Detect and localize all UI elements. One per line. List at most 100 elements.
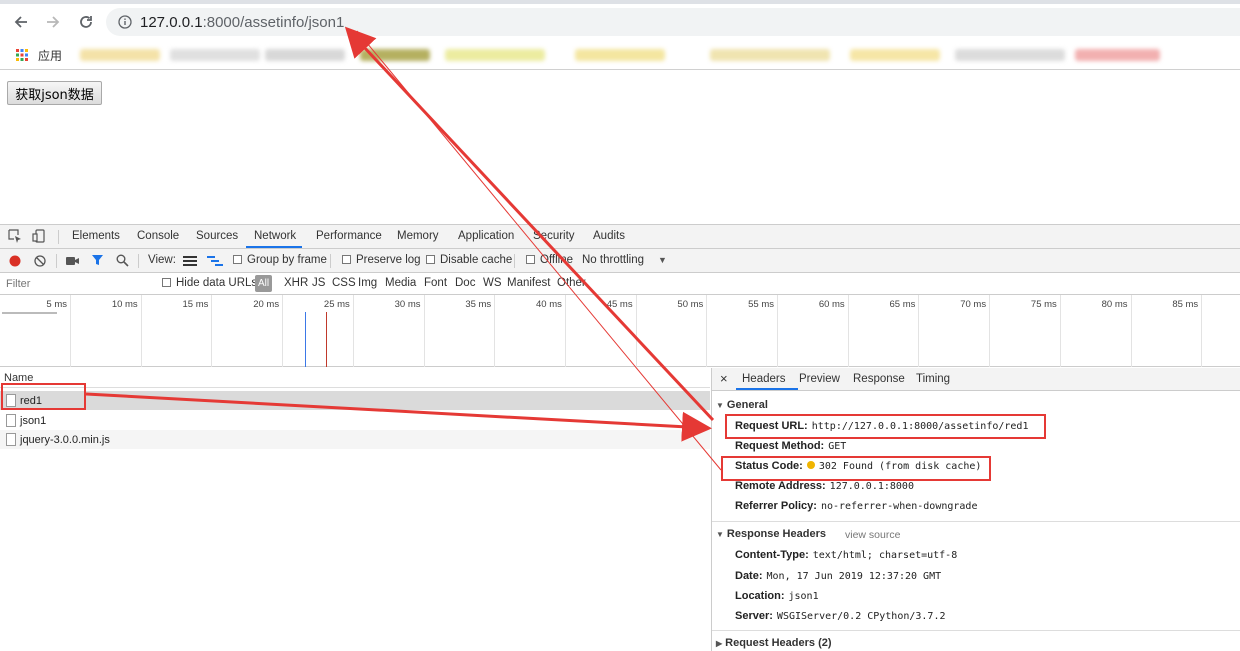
bookmark-item[interactable] <box>170 49 260 61</box>
bookmark-item[interactable] <box>1075 49 1160 61</box>
name-column-header[interactable]: Name <box>0 368 710 388</box>
referrer-policy-row: Referrer Policy: no-referrer-when-downgra… <box>735 500 977 512</box>
bookmark-item[interactable] <box>710 49 830 61</box>
request-bar <box>2 312 57 314</box>
reload-button[interactable] <box>75 12 97 32</box>
waterfall-view-icon[interactable] <box>207 255 223 267</box>
filter-funnel-icon[interactable] <box>91 254 104 267</box>
response-headers-toggle[interactable]: ▼ Response Headers <box>716 528 826 540</box>
tab-preview[interactable]: Preview <box>799 373 840 385</box>
tab-network[interactable]: Network <box>254 230 296 242</box>
tab-security[interactable]: Security <box>533 230 575 242</box>
requests-panel: Name red1 json1 jquery-3.0.0.min.js <box>0 368 710 651</box>
bookmark-item[interactable] <box>360 49 430 61</box>
remote-address-key: Remote Address: <box>735 480 826 492</box>
request-row-jquery[interactable]: jquery-3.0.0.min.js <box>0 430 710 449</box>
back-button[interactable] <box>10 12 32 32</box>
throttling-label: No throttling <box>582 254 645 266</box>
annotation-box-status-code <box>721 456 991 481</box>
timeline-gridline <box>918 295 920 367</box>
tab-timing[interactable]: Timing <box>916 373 950 385</box>
file-icon <box>6 414 16 427</box>
toolbar-divider <box>514 254 515 268</box>
network-overview-timeline[interactable]: 5 ms 10 ms 15 ms 20 ms 25 ms 30 ms 35 ms 40 ms 4… <box>0 295 1240 367</box>
hide-data-urls-checkbox[interactable]: Hide data URLs <box>162 277 257 289</box>
timeline-gridline <box>70 295 71 367</box>
fetch-json-button[interactable]: 获取json数据 <box>7 81 102 105</box>
request-row-red1[interactable]: red1 <box>0 391 710 410</box>
bookmark-item[interactable] <box>575 49 665 61</box>
tab-headers[interactable]: Headers <box>742 373 785 385</box>
offline-checkbox[interactable]: Offline <box>526 254 573 266</box>
url-path: :8000/assetinfo/json1 <box>202 13 345 31</box>
info-icon[interactable] <box>118 15 132 29</box>
tab-response[interactable]: Response <box>853 373 905 385</box>
tab-console[interactable]: Console <box>137 230 179 242</box>
address-bar[interactable]: 127.0.0.1:8000/assetinfo/json1 <box>106 8 1240 36</box>
content-type-key: Content-Type: <box>735 549 809 561</box>
general-section-toggle[interactable]: ▼ General <box>716 399 768 411</box>
timeline-tick-label: 80 ms <box>1101 299 1128 310</box>
tab-performance[interactable]: Performance <box>316 230 382 242</box>
bookmark-item[interactable] <box>955 49 1065 61</box>
filter-type-all[interactable]: All <box>255 275 272 292</box>
device-toolbar-icon[interactable] <box>32 229 46 243</box>
timeline-tick-label: 55 ms <box>748 299 774 310</box>
list-view-icon[interactable] <box>183 255 197 267</box>
search-icon[interactable] <box>116 254 129 267</box>
filter-type-doc[interactable]: Doc <box>455 277 475 289</box>
view-source-link[interactable]: view source <box>845 529 900 541</box>
location-value: json1 <box>788 591 819 602</box>
apps-grid-icon[interactable] <box>16 49 28 61</box>
throttling-select[interactable]: No throttling ▼ <box>582 254 667 266</box>
bookmark-item[interactable] <box>445 49 545 61</box>
checkbox-icon <box>342 255 351 264</box>
timeline-gridline <box>635 295 637 367</box>
clear-icon[interactable] <box>33 254 47 268</box>
close-icon[interactable]: × <box>720 371 728 386</box>
group-by-frame-checkbox[interactable]: Group by frame <box>233 254 327 266</box>
filter-type-other[interactable]: Other <box>557 277 586 289</box>
referrer-policy-value: no-referrer-when-downgrade <box>820 501 978 512</box>
remote-address-value: 127.0.0.1:8000 <box>829 481 914 492</box>
request-details-panel: × Headers Preview Response Timing ▼ Gener… <box>711 368 1240 651</box>
filter-type-css[interactable]: CSS <box>332 277 356 289</box>
tab-audits[interactable]: Audits <box>593 230 625 242</box>
timeline-gridline <box>1130 295 1132 367</box>
record-icon[interactable] <box>8 254 22 268</box>
filter-type-img[interactable]: Img <box>358 277 377 289</box>
filter-type-font[interactable]: Font <box>424 277 447 289</box>
server-key: Server: <box>735 610 773 622</box>
request-headers-title: Request Headers (2) <box>725 637 832 649</box>
bookmark-item[interactable] <box>850 49 940 61</box>
disable-cache-checkbox[interactable]: Disable cache <box>426 254 512 266</box>
filter-type-js[interactable]: JS <box>312 277 325 289</box>
tab-sources[interactable]: Sources <box>196 230 238 242</box>
screenshot-camera-icon[interactable] <box>66 255 80 267</box>
inspect-element-icon[interactable] <box>8 229 22 243</box>
forward-button[interactable] <box>42 12 64 32</box>
timeline-gridline <box>1059 295 1061 367</box>
tab-elements[interactable]: Elements <box>72 230 120 242</box>
active-detail-tab-indicator <box>736 388 798 390</box>
timeline-gridline <box>989 295 991 367</box>
tab-memory[interactable]: Memory <box>397 230 439 242</box>
bookmark-item[interactable] <box>265 49 345 61</box>
timeline-gridline <box>423 295 425 367</box>
preserve-log-checkbox[interactable]: Preserve log <box>342 254 421 266</box>
filter-type-ws[interactable]: WS <box>483 277 502 289</box>
timeline-gridline <box>564 295 566 367</box>
filter-type-media[interactable]: Media <box>385 277 416 289</box>
devtools-tabbar: Elements Console Sources Network Perform… <box>0 224 1240 249</box>
request-row-json1[interactable]: json1 <box>0 411 710 430</box>
filter-type-xhr[interactable]: XHR <box>284 277 308 289</box>
apps-label[interactable]: 应用 <box>38 47 62 64</box>
tab-application[interactable]: Application <box>458 230 514 242</box>
hide-data-urls-label: Hide data URLs <box>176 277 258 289</box>
bookmark-item[interactable] <box>80 49 160 61</box>
filter-type-manifest[interactable]: Manifest <box>507 277 550 289</box>
toolbar-divider <box>330 254 331 268</box>
request-headers-toggle[interactable]: ▶ Request Headers (2) <box>716 637 832 649</box>
timeline-gridline <box>494 295 496 367</box>
filter-input[interactable] <box>2 275 150 293</box>
